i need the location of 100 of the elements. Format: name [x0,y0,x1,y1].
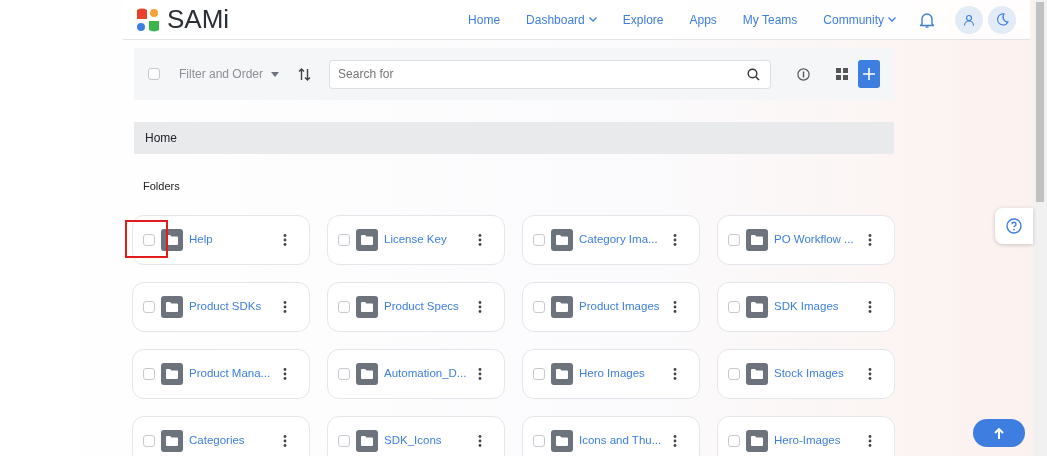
info-icon[interactable] [797,67,810,81]
more-options-icon[interactable] [478,233,482,246]
folder-card[interactable]: Help [132,214,310,265]
brand-name: SAMi [167,3,230,36]
folder-name[interactable]: License Key [384,230,472,249]
folder-icon [356,228,378,251]
folder-icon [746,429,768,452]
folder-name[interactable]: SDK Images [774,297,862,316]
folder-card[interactable]: Icons and Thu... [522,415,700,456]
logo-icon [137,7,159,32]
folder-name[interactable]: Help [189,230,277,249]
folder-card[interactable]: Categories [132,415,310,456]
profile-button[interactable] [955,5,983,34]
scroll-to-top-button[interactable] [973,419,1025,447]
folder-card[interactable]: Hero Images [522,348,700,399]
folder-checkbox[interactable] [143,367,155,380]
select-all-checkbox[interactable] [148,68,160,80]
folder-checkbox[interactable] [338,434,350,447]
folder-name[interactable]: Categories [189,431,277,450]
nav-link[interactable]: Apps [689,10,717,29]
more-options-icon[interactable] [868,233,872,246]
theme-toggle-button[interactable] [988,5,1016,34]
folder-card[interactable]: Stock Images [717,348,895,399]
folder-checkbox[interactable] [533,233,545,246]
more-options-icon[interactable] [868,367,872,380]
help-button[interactable] [995,208,1033,244]
folder-checkbox[interactable] [728,300,740,313]
folder-card[interactable]: License Key [327,214,505,265]
folder-card[interactable]: Automation_D... [327,348,505,399]
folder-card[interactable]: Product SDKs [132,281,310,332]
folder-name[interactable]: Hero-Images [774,431,862,450]
folder-name[interactable]: Stock Images [774,364,862,383]
more-options-icon[interactable] [673,300,677,313]
folder-name[interactable]: Icons and Thu... [579,431,667,450]
folder-checkbox[interactable] [338,300,350,313]
more-options-icon[interactable] [673,233,677,246]
folder-icon [161,362,183,385]
more-options-icon[interactable] [283,233,287,246]
more-options-icon[interactable] [478,367,482,380]
folder-name[interactable]: Product SDKs [189,297,277,316]
folder-checkbox[interactable] [728,434,740,447]
sort-icon[interactable] [298,67,312,81]
folder-icon [356,362,378,385]
help-icon [1006,218,1022,234]
more-options-icon[interactable] [283,434,287,447]
more-options-icon[interactable] [478,434,482,447]
breadcrumb-link[interactable]: Home [145,129,177,147]
folder-checkbox[interactable] [728,233,740,246]
folder-checkbox[interactable] [533,434,545,447]
more-options-icon[interactable] [868,300,872,313]
nav-link[interactable]: Explore [622,10,664,29]
folder-checkbox[interactable] [728,367,740,380]
folder-checkbox[interactable] [338,233,350,246]
nav-link[interactable]: Home [468,10,501,29]
more-options-icon[interactable] [673,367,677,380]
nav-dropdown[interactable]: Community [823,10,896,29]
folder-card[interactable]: Product Images [522,281,700,332]
folder-name[interactable]: Category Ima... [579,230,667,249]
folder-checkbox[interactable] [143,434,155,447]
folder-icon [746,228,768,251]
folder-checkbox[interactable] [143,233,155,246]
folder-checkbox[interactable] [143,300,155,313]
folder-card[interactable]: Product Specs [327,281,505,332]
folder-icon [746,362,768,385]
folder-name[interactable]: PO Workflow ... [774,230,862,249]
folder-icon [356,295,378,318]
folder-card[interactable]: Product Mana... [132,348,310,399]
folder-checkbox[interactable] [533,300,545,313]
folder-card[interactable]: Category Ima... [522,214,700,265]
filter-dropdown[interactable]: Filter and Order [178,64,281,84]
scrollbar[interactable] [1033,0,1047,456]
notification-icon[interactable] [920,11,934,28]
more-options-icon[interactable] [868,434,872,447]
folder-checkbox[interactable] [338,367,350,380]
folder-icon [551,362,573,385]
more-options-icon[interactable] [283,300,287,313]
moon-icon [995,13,1009,26]
nav-dropdown[interactable]: Dashboard [526,10,597,29]
folder-icon [551,228,573,251]
more-options-icon[interactable] [673,434,677,447]
folder-checkbox[interactable] [533,367,545,380]
folder-icon [551,295,573,318]
folder-card[interactable]: SDK Images [717,281,895,332]
folder-card[interactable]: Hero-Images [717,415,895,456]
more-options-icon[interactable] [283,367,287,380]
folder-card[interactable]: PO Workflow ... [717,214,895,265]
folder-name[interactable]: Hero Images [579,364,667,383]
folder-name[interactable]: Product Mana... [189,364,277,383]
folder-card[interactable]: SDK_Icons [327,415,505,456]
add-button[interactable] [858,60,880,88]
arrow-up-icon [994,427,1004,439]
folder-name[interactable]: Automation_D... [384,364,472,383]
folder-name[interactable]: Product Images [579,297,667,316]
folder-name[interactable]: SDK_Icons [384,431,472,450]
more-options-icon[interactable] [478,300,482,313]
grid-view-icon[interactable] [836,68,848,80]
folder-name[interactable]: Product Specs [384,297,472,316]
nav-link[interactable]: My Teams [742,10,798,29]
section-title: Folders [143,179,181,194]
folder-icon [161,429,183,452]
